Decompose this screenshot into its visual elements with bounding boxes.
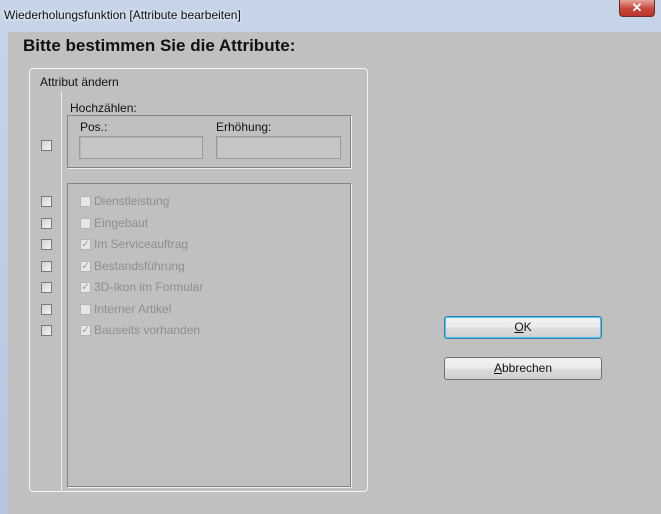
attribute-enable-checkbox[interactable] <box>41 304 52 315</box>
title-bar[interactable]: Wiederholungsfunktion [Attribute bearbei… <box>0 0 661 32</box>
attribute-enable-checkbox[interactable] <box>41 196 52 207</box>
attribute-label: Dienstleistung <box>94 194 170 208</box>
ok-button-mnemonic: O <box>514 320 524 334</box>
checkmark-icon: ✓ <box>81 239 90 250</box>
attribute-value-checkbox[interactable]: ✓ <box>80 282 91 293</box>
window-title: Wiederholungsfunktion [Attribute bearbei… <box>4 8 241 22</box>
increment-enable-checkbox[interactable] <box>41 140 52 151</box>
attribute-label: Bauseits vorhanden <box>94 323 201 337</box>
attribute-label: 3D-Ikon im Formular <box>94 280 204 294</box>
increment-label: Hochzählen: <box>70 101 137 115</box>
cancel-button-label: bbrechen <box>501 361 553 375</box>
cancel-button[interactable]: Abbrechen <box>444 357 602 380</box>
attribute-enable-checkbox[interactable] <box>41 218 52 229</box>
pos-field <box>79 136 203 159</box>
attribute-label: Im Serviceauftrag <box>94 237 189 251</box>
increase-field <box>216 136 341 159</box>
attribute-enable-checkbox[interactable] <box>41 282 52 293</box>
attribute-enable-checkbox[interactable] <box>41 325 52 336</box>
attribute-enable-checkbox[interactable] <box>41 239 52 250</box>
group-box-title: Attribut ändern <box>40 75 119 89</box>
attribute-value-checkbox[interactable] <box>80 304 91 315</box>
attribute-value-checkbox[interactable]: ✓ <box>80 261 91 272</box>
ok-button-label: K <box>523 320 532 334</box>
attribute-label: Eingebaut <box>94 216 149 230</box>
checkmark-icon: ✓ <box>81 325 90 336</box>
attribute-enable-checkbox[interactable] <box>41 261 52 272</box>
attribute-value-checkbox[interactable] <box>80 196 91 207</box>
checkmark-icon: ✓ <box>81 261 90 272</box>
attribute-label: Bestandsführung <box>94 259 185 273</box>
attribute-value-checkbox[interactable] <box>80 218 91 229</box>
close-icon: ✕ <box>631 0 643 15</box>
dialog-window: Wiederholungsfunktion [Attribute bearbei… <box>0 0 661 514</box>
attribute-label: Interner Artikel <box>94 302 172 316</box>
pos-label: Pos.: <box>80 120 108 134</box>
group-divider <box>61 91 62 491</box>
ok-button[interactable]: OK <box>444 316 602 339</box>
increase-label: Erhöhung: <box>216 120 272 134</box>
close-button[interactable]: ✕ <box>619 0 655 17</box>
cancel-button-mnemonic: A <box>493 361 502 375</box>
dialog-heading: Bitte bestimmen Sie die Attribute: <box>23 36 296 55</box>
checkmark-icon: ✓ <box>81 282 90 293</box>
attribute-value-checkbox[interactable]: ✓ <box>80 239 91 250</box>
attribute-value-checkbox[interactable]: ✓ <box>80 325 91 336</box>
